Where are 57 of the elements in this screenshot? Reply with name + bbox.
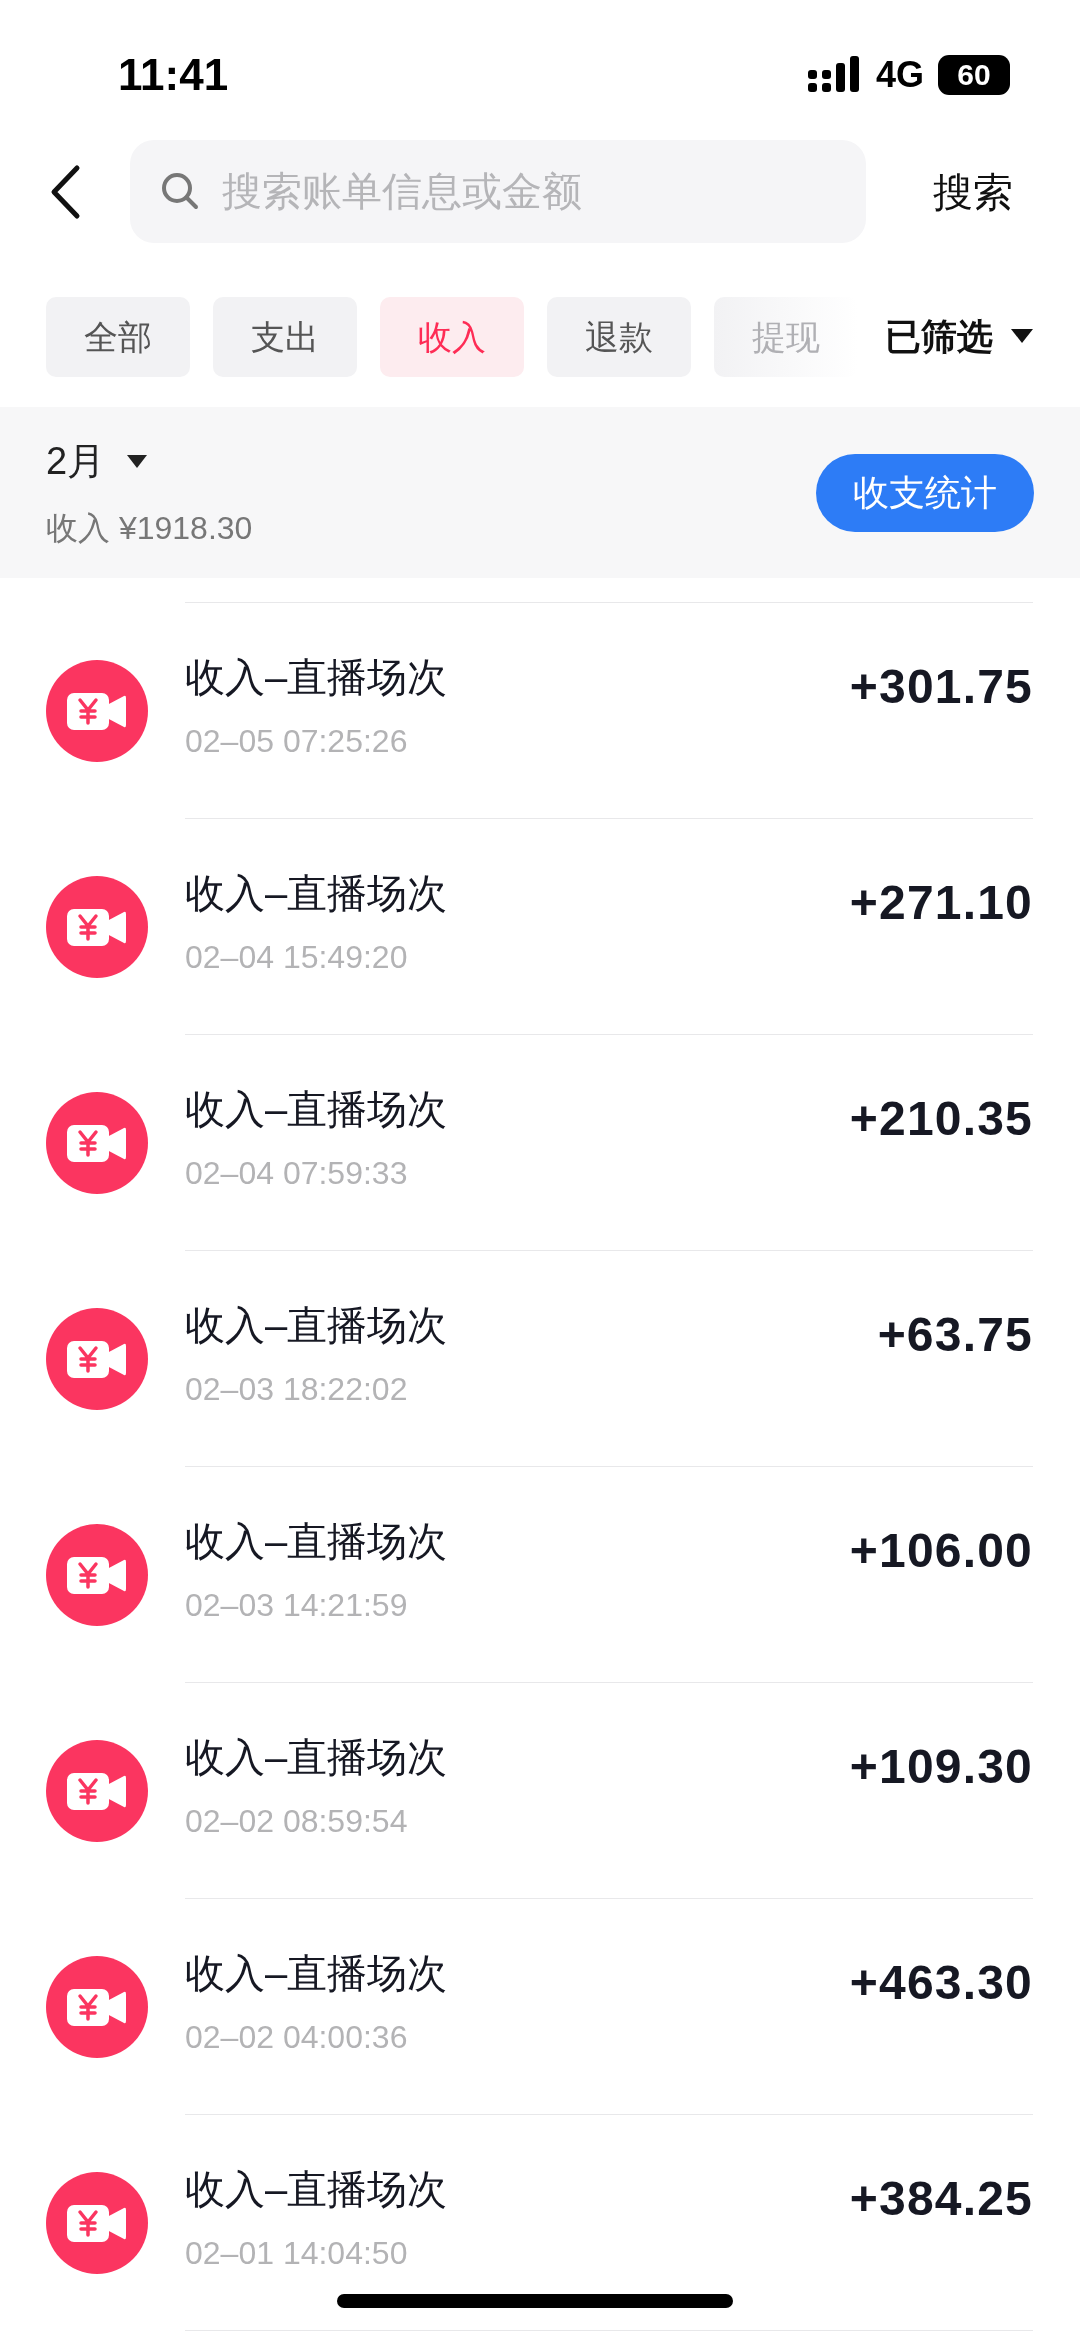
back-icon xyxy=(49,163,81,220)
filter-tab[interactable]: 全部 xyxy=(46,297,190,377)
transaction-row[interactable]: 收入–直播场次 02–03 18:22:02 +63.75 xyxy=(0,1251,1080,1466)
transaction-amount: +384.25 xyxy=(849,2171,1033,2227)
transaction-row[interactable]: 收入–直播场次 02–04 07:59:33 +210.35 xyxy=(0,1035,1080,1250)
transaction-row[interactable]: 收入–直播场次 02–03 14:21:59 +106.00 xyxy=(0,1467,1080,1682)
live-income-icon xyxy=(46,1091,148,1194)
income-total: 收入 ¥1918.30 xyxy=(46,509,253,548)
battery-indicator: 60 xyxy=(938,55,1010,95)
signal-icon xyxy=(807,56,862,94)
transaction-amount: +271.10 xyxy=(849,875,1033,931)
transaction-title: 收入–直播场次 xyxy=(185,653,449,701)
transaction-time: 02–03 14:21:59 xyxy=(185,1585,409,1625)
transaction-time: 02–04 15:49:20 xyxy=(185,937,409,977)
search-icon xyxy=(160,171,200,211)
live-income-icon xyxy=(46,1523,148,1626)
stats-button[interactable]: 收支统计 xyxy=(816,453,1034,532)
transaction-time: 02–02 08:59:54 xyxy=(185,1801,409,1841)
transaction-title: 收入–直播场次 xyxy=(185,1517,449,1565)
transaction-row[interactable]: 收入–直播场次 02–02 04:00:36 +463.30 xyxy=(0,1899,1080,2114)
transaction-time: 02–01 14:04:50 xyxy=(185,2233,409,2273)
network-label: 4G xyxy=(875,53,924,97)
transaction-time: 02–04 07:59:33 xyxy=(185,1153,409,1193)
filter-tab[interactable]: 退款 xyxy=(547,297,691,377)
filter-dropdown[interactable]: 已筛选 xyxy=(885,310,1033,364)
live-income-icon xyxy=(46,875,148,978)
search-field[interactable]: 搜索账单信息或金额 xyxy=(130,140,866,243)
transaction-amount: +210.35 xyxy=(849,1091,1033,1147)
transaction-row[interactable]: 收入–直播场次 02–01 14:04:50 +384.25 xyxy=(0,2115,1080,2330)
transaction-amount: +63.75 xyxy=(877,1307,1033,1363)
transaction-title: 收入–直播场次 xyxy=(185,1301,449,1349)
status-time: 11:41 xyxy=(118,49,229,101)
transaction-amount: +463.30 xyxy=(849,1955,1033,2011)
live-income-icon xyxy=(46,659,148,762)
transaction-time: 02–05 07:25:26 xyxy=(185,721,409,761)
transaction-title: 收入–直播场次 xyxy=(185,1085,449,1133)
transaction-title: 收入–直播场次 xyxy=(185,1949,449,1997)
transaction-title: 收入–直播场次 xyxy=(185,1733,449,1781)
dropdown-caret-icon xyxy=(1011,329,1033,345)
transaction-row[interactable]: 收入–直播场次 02–05 07:25:26 +301.75 xyxy=(0,603,1080,818)
live-income-icon xyxy=(46,1955,148,2058)
search-button[interactable]: 搜索 xyxy=(866,140,1080,243)
transaction-amount: +301.75 xyxy=(849,659,1033,715)
live-income-icon xyxy=(46,1739,148,1842)
transaction-amount: +106.00 xyxy=(849,1523,1033,1579)
live-income-icon xyxy=(46,2171,148,2274)
live-income-icon xyxy=(46,1307,148,1410)
dropdown-caret-icon xyxy=(127,454,148,469)
transaction-title: 收入–直播场次 xyxy=(185,869,449,917)
transaction-title: 收入–直播场次 xyxy=(185,2165,449,2213)
transaction-row[interactable]: 收入–直播场次 02–02 08:59:54 +109.30 xyxy=(0,1683,1080,1898)
filter-tab[interactable]: 支出 xyxy=(213,297,357,377)
transaction-time: 02–03 18:22:02 xyxy=(185,1369,409,1409)
transaction-row[interactable]: 收入–直播场次 02–04 15:49:20 +271.10 xyxy=(0,819,1080,1034)
transaction-time: 02–02 04:00:36 xyxy=(185,2017,409,2057)
month-selector[interactable]: 2月 xyxy=(46,433,253,490)
transaction-amount: +109.30 xyxy=(849,1739,1033,1795)
